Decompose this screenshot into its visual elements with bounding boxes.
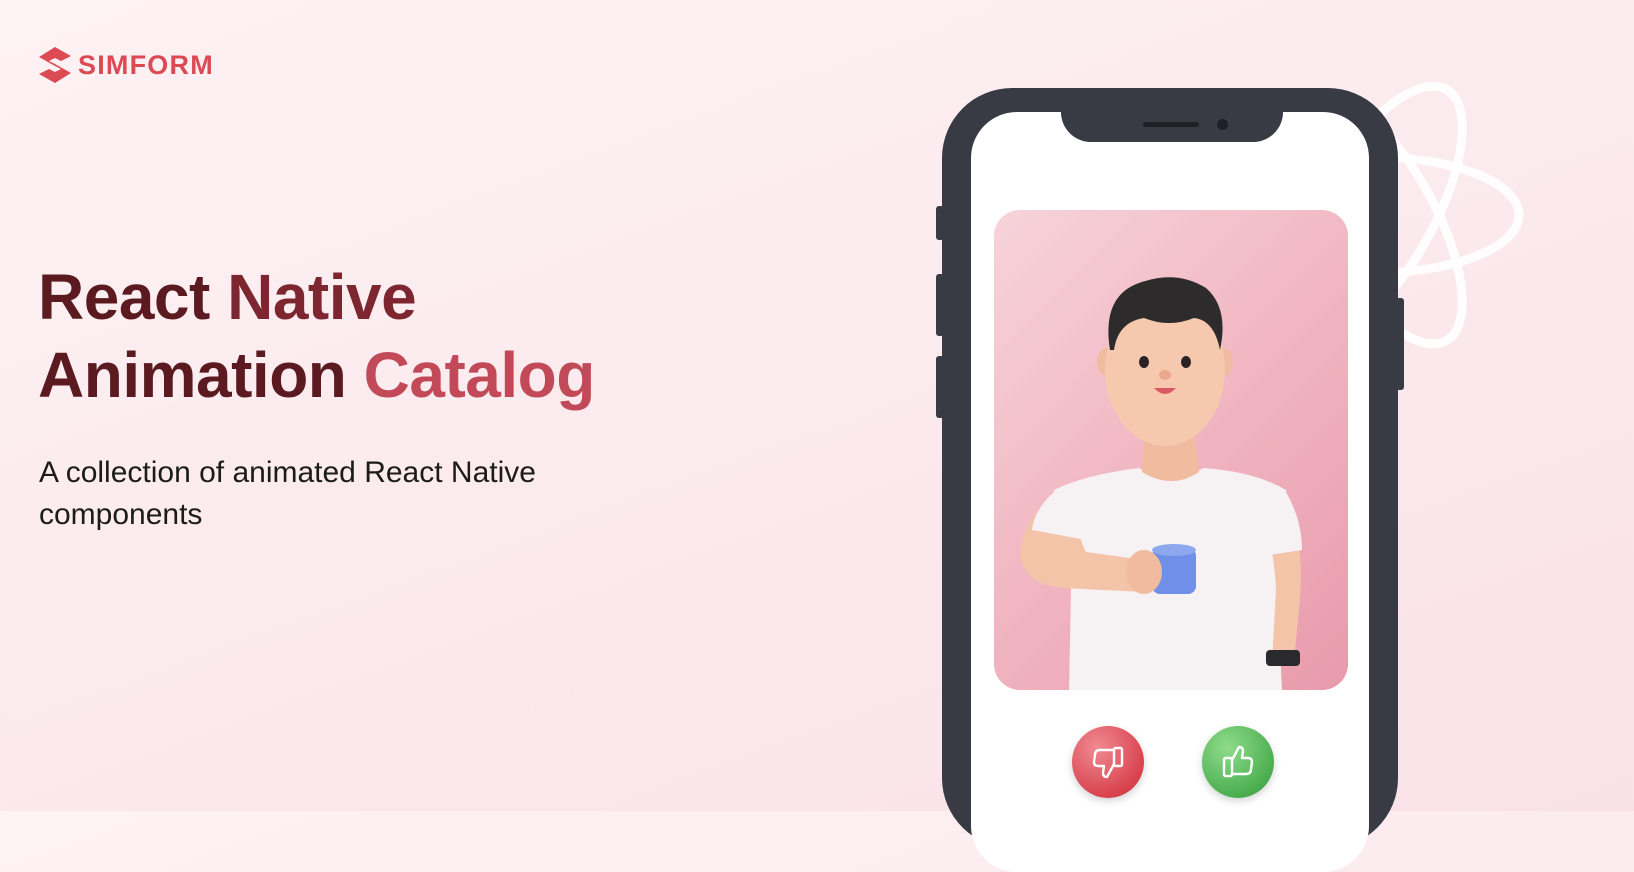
simform-logo[interactable]: SIMFORM [38,46,214,84]
phone-volume-up [936,274,944,336]
title-part-native: Native [227,261,417,333]
phone-speaker [1143,122,1199,127]
title-part-animation: Animation [38,339,364,411]
page-subtitle: A collection of animated React Native co… [39,456,536,531]
profile-card[interactable] [994,210,1348,690]
phone-side-button [936,206,944,240]
simform-mark-icon [39,47,71,83]
phone-volume-down [936,356,944,418]
thumbs-down-icon [1092,746,1124,779]
phone-notch [1061,112,1283,142]
phone-screen [971,112,1369,872]
thumbs-up-icon [1222,745,1254,778]
like-button[interactable] [1202,726,1274,798]
page-title: React Native Animation Catalog [38,258,595,414]
phone-power-button [1396,298,1404,390]
character-illustration [1020,277,1302,690]
title-part-catalog: Catalog [363,339,596,411]
title-part-react: React [38,261,228,333]
dislike-button[interactable] [1072,726,1144,798]
phone-mockup [936,88,1404,872]
phone-camera [1217,119,1228,130]
brand-name: SIMFORM [78,49,214,80]
